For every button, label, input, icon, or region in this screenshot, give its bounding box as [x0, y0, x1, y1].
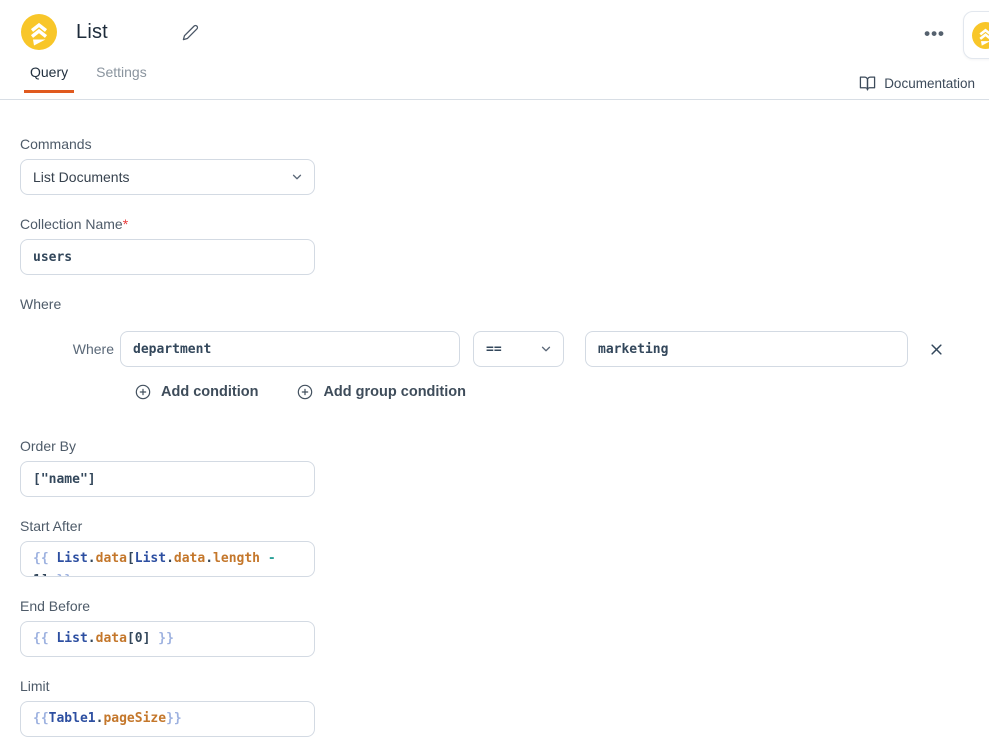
end-before-code-input[interactable]: {{ List.data[0] }} [20, 621, 315, 657]
tab-query[interactable]: Query [30, 64, 68, 93]
limit-code-input[interactable]: {{Table1.pageSize}} [20, 701, 315, 737]
commands-selected-value: List Documents [33, 169, 129, 185]
tab-settings[interactable]: Settings [96, 64, 147, 93]
where-operator-value: == [486, 342, 502, 357]
query-editor-header: List ••• [0, 0, 989, 64]
plus-circle-icon [135, 384, 151, 400]
start-after-field: Start After {{ List.data[List.data.lengt… [20, 518, 969, 577]
pencil-icon [182, 24, 199, 41]
add-group-condition-button[interactable]: Add group condition [297, 384, 466, 400]
end-before-label: End Before [20, 598, 969, 614]
where-row-label: Where [68, 341, 114, 357]
more-options-button[interactable]: ••• [924, 24, 945, 44]
collection-name-field: Collection Name* [20, 216, 969, 275]
edit-name-button[interactable] [182, 24, 199, 41]
commands-label: Commands [20, 136, 969, 152]
where-section: Where Where == Add conditio [20, 296, 969, 400]
where-field-input[interactable] [120, 331, 460, 367]
datasource-logo-icon [21, 14, 57, 50]
add-group-condition-label: Add group condition [323, 384, 466, 400]
commands-field: Commands List Documents [20, 136, 969, 195]
end-before-field: End Before {{ List.data[0] }} [20, 598, 969, 657]
chevron-down-icon [290, 170, 304, 184]
order-by-input[interactable] [20, 461, 315, 497]
documentation-label: Documentation [884, 76, 975, 91]
where-value-input[interactable] [585, 331, 908, 367]
query-form: Commands List Documents Collection Name*… [0, 100, 989, 737]
documentation-link[interactable]: Documentation [859, 75, 975, 92]
limit-field: Limit {{Table1.pageSize}} [20, 678, 969, 737]
collection-name-input[interactable] [20, 239, 315, 275]
datasource-logo-small-icon [972, 22, 989, 49]
collection-name-label-text: Collection Name [20, 216, 123, 232]
collection-name-label: Collection Name* [20, 216, 969, 232]
add-condition-button[interactable]: Add condition [135, 384, 258, 400]
where-condition-row: Where == [68, 331, 969, 367]
limit-label: Limit [20, 678, 969, 694]
datasource-switcher-button[interactable] [963, 11, 989, 59]
remove-condition-button[interactable] [929, 342, 944, 357]
plus-circle-icon [297, 384, 313, 400]
book-icon [859, 75, 876, 92]
more-options-icon: ••• [924, 24, 945, 43]
start-after-code-input[interactable]: {{ List.data[List.data.length -1] }} [20, 541, 315, 577]
add-condition-row: Add condition Add group condition [135, 384, 969, 400]
close-icon [929, 342, 944, 357]
where-operator-select[interactable]: == [473, 331, 564, 367]
order-by-field: Order By [20, 438, 969, 497]
add-condition-label: Add condition [161, 384, 258, 400]
chevron-down-icon [539, 342, 553, 356]
tab-bar: Query Settings Documentation [0, 64, 989, 100]
commands-select[interactable]: List Documents [20, 159, 315, 195]
order-by-label: Order By [20, 438, 969, 454]
required-asterisk: * [123, 216, 128, 232]
where-section-label: Where [20, 296, 969, 312]
query-title: List [76, 21, 108, 44]
start-after-label: Start After [20, 518, 969, 534]
